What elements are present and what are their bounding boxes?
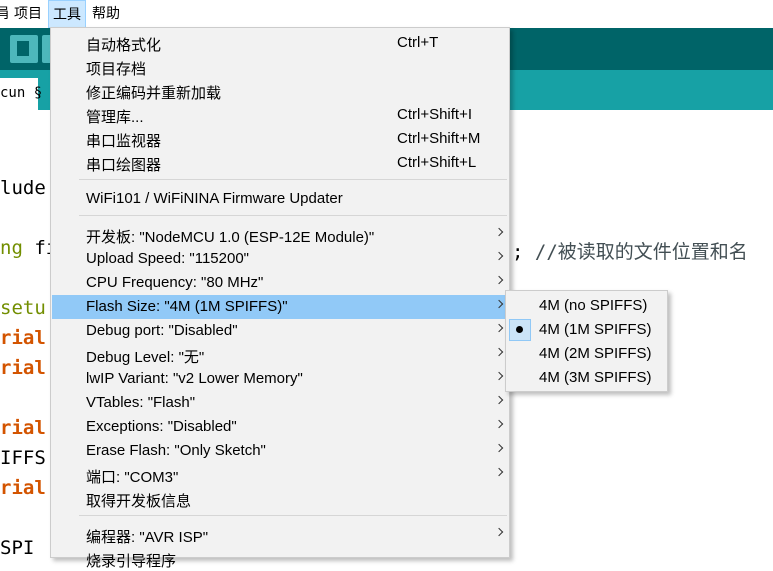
- menu-item-label: WiFi101 / WiFiNINA Firmware Updater: [86, 190, 343, 207]
- menu-item-label: 开发板: "NodeMCU 1.0 (ESP-12E Module)": [86, 229, 375, 246]
- code-line: setu: [0, 297, 46, 319]
- menu-item-port[interactable]: 端口: "COM3": [52, 463, 508, 487]
- code-line: rial: [0, 357, 46, 379]
- menu-item-label: 串口绘图器: [86, 157, 162, 174]
- selected-indicator: [509, 319, 531, 341]
- code-line: ng fi: [0, 237, 57, 259]
- submenu-item-label: 4M (3M SPIFFS): [539, 369, 652, 386]
- menu-item-exceptions[interactable]: Exceptions: "Disabled": [52, 415, 508, 439]
- menu-item-board[interactable]: 开发板: "NodeMCU 1.0 (ESP-12E Module)": [52, 223, 508, 247]
- menu-separator: [79, 179, 507, 180]
- menu-item-vtables[interactable]: VTables: "Flash": [52, 391, 508, 415]
- menu-item-shortcut: Ctrl+Shift+M: [397, 130, 481, 147]
- menu-item-programmer[interactable]: 编程器: "AVR ISP": [52, 523, 508, 547]
- code-line: rial: [0, 477, 46, 499]
- code-line: lude: [0, 177, 46, 199]
- menu-item-debug-port[interactable]: Debug port: "Disabled": [52, 319, 508, 343]
- submenu-item-4m-2m-spiffs[interactable]: 4M (2M SPIFFS): [507, 342, 666, 366]
- code-line: SPI: [0, 537, 35, 559]
- menu-item-label: 编程器: "AVR ISP": [86, 529, 209, 546]
- menu-item-fix-encoding[interactable]: 修正编码并重新加载: [52, 79, 508, 103]
- menu-separator: [79, 515, 507, 516]
- menu-item-manage-libraries[interactable]: 管理库... Ctrl+Shift+I: [52, 103, 508, 127]
- submenu-item-4m-1m-spiffs[interactable]: 4M (1M SPIFFS): [507, 318, 666, 342]
- tab-sketch[interactable]: cun §: [0, 78, 42, 110]
- menu-item-label: 端口: "COM3": [86, 469, 179, 486]
- new-file-icon: [17, 41, 29, 56]
- menu-item-label: Upload Speed: "115200": [86, 250, 250, 267]
- menu-item-label: CPU Frequency: "80 MHz": [86, 274, 264, 291]
- menu-item-label: 烧录引导程序: [86, 553, 177, 570]
- menu-bar: 肙 项目 工具 帮助: [0, 0, 773, 28]
- tab-label: cun §: [0, 85, 43, 101]
- menu-item-serial-monitor[interactable]: 串口监视器 Ctrl+Shift+M: [52, 127, 508, 151]
- menu-item-label: 项目存档: [86, 61, 147, 78]
- menu-item-label: 取得开发板信息: [86, 493, 192, 510]
- menu-item-label: Flash Size: "4M (1M SPIFFS)": [86, 298, 288, 315]
- submenu-item-4m-3m-spiffs[interactable]: 4M (3M SPIFFS): [507, 366, 666, 390]
- menu-item-label: 自动格式化: [86, 37, 162, 54]
- submenu-item-label: 4M (no SPIFFS): [539, 297, 648, 314]
- menu-item-shortcut: Ctrl+Shift+L: [397, 154, 477, 171]
- menu-item-label: Erase Flash: "Only Sketch": [86, 442, 266, 459]
- menu-item-label: Debug port: "Disabled": [86, 322, 238, 339]
- menu-item-label: 串口监视器: [86, 133, 162, 150]
- submenu-item-4m-no-spiffs[interactable]: 4M (no SPIFFS): [507, 294, 666, 318]
- code-line: rial: [0, 417, 46, 439]
- submenu-item-label: 4M (2M SPIFFS): [539, 345, 652, 362]
- menu-separator: [79, 215, 507, 216]
- code-keyword: ng: [0, 237, 23, 259]
- menu-item-erase-flash[interactable]: Erase Flash: "Only Sketch": [52, 439, 508, 463]
- radio-dot-icon: [516, 326, 523, 333]
- menu-item-flash-size[interactable]: Flash Size: "4M (1M SPIFFS)": [52, 295, 508, 319]
- menu-project[interactable]: 项目: [10, 0, 46, 28]
- menu-item-serial-plotter[interactable]: 串口绘图器 Ctrl+Shift+L: [52, 151, 508, 175]
- menu-item-archive-sketch[interactable]: 项目存档: [52, 55, 508, 79]
- menu-item-label: VTables: "Flash": [86, 394, 196, 411]
- menu-item-cpu-frequency[interactable]: CPU Frequency: "80 MHz": [52, 271, 508, 295]
- flash-size-submenu: 4M (no SPIFFS) 4M (1M SPIFFS) 4M (2M SPI…: [505, 290, 668, 392]
- menu-item-label: 修正编码并重新加载: [86, 85, 222, 102]
- tools-menu: 自动格式化 Ctrl+T 项目存档 修正编码并重新加载 管理库... Ctrl+…: [50, 27, 510, 570]
- menu-item-auto-format[interactable]: 自动格式化 Ctrl+T: [52, 31, 508, 55]
- menu-item-shortcut: Ctrl+Shift+I: [397, 106, 473, 123]
- menu-item-label: Debug Level: "无": [86, 349, 205, 366]
- menu-item-firmware-updater[interactable]: WiFi101 / WiFiNINA Firmware Updater: [52, 187, 508, 211]
- menu-item-shortcut: Ctrl+T: [397, 34, 439, 51]
- code-comment: //被读取的文件位置和名: [534, 241, 748, 263]
- menu-item-board-info[interactable]: 取得开发板信息: [52, 487, 508, 511]
- new-sketch-button[interactable]: [10, 35, 38, 63]
- menu-item-label: 管理库...: [86, 109, 144, 126]
- menu-tools[interactable]: 工具: [48, 0, 86, 28]
- menu-item-label: lwIP Variant: "v2 Lower Memory": [86, 370, 303, 387]
- menu-help[interactable]: 帮助: [88, 0, 124, 28]
- code-line: rial: [0, 327, 46, 349]
- code-text: ;: [512, 241, 535, 263]
- menu-item-lwip-variant[interactable]: lwIP Variant: "v2 Lower Memory": [52, 367, 508, 391]
- menu-item-upload-speed[interactable]: Upload Speed: "115200": [52, 247, 508, 271]
- menu-item-debug-level[interactable]: Debug Level: "无": [52, 343, 508, 367]
- submenu-item-label: 4M (1M SPIFFS): [539, 321, 652, 338]
- code-line-tail: ; //被读取的文件位置和名: [512, 237, 748, 264]
- menu-item-label: Exceptions: "Disabled": [86, 418, 237, 435]
- code-line: IFFS: [0, 447, 46, 469]
- menu-item-burn-bootloader[interactable]: 烧录引导程序: [52, 547, 508, 571]
